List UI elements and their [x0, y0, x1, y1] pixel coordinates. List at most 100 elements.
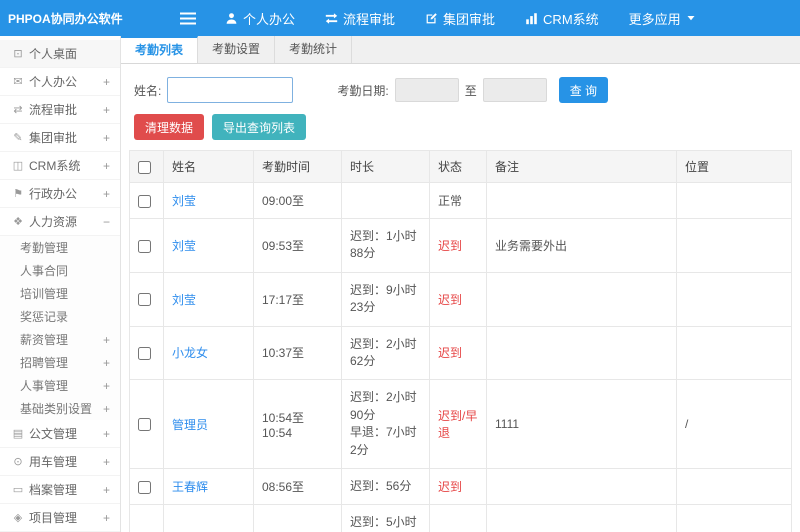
- sidebar-item-reward-punishment[interactable]: 奖惩记录: [0, 305, 120, 328]
- row-checkbox[interactable]: [138, 480, 151, 494]
- sidebar: ⊡ 个人桌面 ✉ 个人办公 + ⇄ 流程审批 + ✎ 集团审批 + ◫ CRM系统 + ⚑ 行政办公 + ❖ 人力资…: [0, 36, 121, 532]
- attendance-row: 刘莹 09:00至 正常: [129, 182, 792, 219]
- sidebar-item-base-category-settings[interactable]: 基础类别设置 +: [0, 397, 120, 420]
- date-to-input[interactable]: [482, 78, 547, 102]
- expand-icon[interactable]: +: [101, 75, 112, 89]
- top-nav-more-apps[interactable]: 更多应用: [614, 0, 711, 36]
- remark-cell: 业务需要外出: [486, 218, 677, 273]
- location-cell: [676, 325, 792, 381]
- sidebar-item-salary-mgmt[interactable]: 薪资管理 +: [0, 328, 120, 351]
- mail-icon: ✉: [13, 76, 23, 88]
- expand-icon[interactable]: +: [101, 333, 112, 347]
- table-body: 刘莹 09:00至 正常 刘莹 09:53至 迟到：1小时88分 迟到 业务需要外出 刘莹 17:…: [129, 182, 792, 532]
- expand-icon[interactable]: +: [101, 511, 112, 525]
- archive-icon: ▭: [12, 484, 24, 496]
- row-checkbox-cell: [129, 325, 164, 381]
- status-cell: 迟到: [429, 467, 487, 506]
- top-nav-group-approval[interactable]: 集团审批: [410, 0, 510, 36]
- menu-toggle-icon[interactable]: [180, 12, 196, 25]
- collapse-icon[interactable]: −: [101, 215, 112, 229]
- select-all-checkbox[interactable]: [138, 160, 151, 174]
- location-cell: [676, 467, 792, 506]
- sidebar-item-project-mgmt[interactable]: ◈ 项目管理 +: [0, 504, 120, 532]
- row-checkbox[interactable]: [138, 293, 151, 307]
- top-nav: 个人办公 流程审批 集团审批 CRM系统 更多应用: [210, 0, 711, 36]
- row-checkbox[interactable]: [138, 418, 151, 432]
- employee-name-link[interactable]: 管理员: [172, 418, 208, 432]
- clean-data-button[interactable]: 清理数据: [134, 114, 205, 140]
- bar-chart-icon: [525, 12, 538, 25]
- expand-icon[interactable]: +: [101, 356, 112, 370]
- employee-name-link[interactable]: 刘莹: [172, 239, 196, 253]
- desktop-icon: ⊡: [13, 48, 23, 60]
- document-icon: ▤: [12, 428, 24, 440]
- status-cell: 迟到/早退: [429, 379, 487, 469]
- sidebar-item-label: 公文管理: [29, 427, 78, 441]
- expand-icon[interactable]: +: [101, 103, 112, 117]
- sidebar-item-personal-office[interactable]: ✉ 个人办公 +: [0, 68, 120, 96]
- top-nav-label: 流程审批: [343, 11, 396, 27]
- topbar: PHPOA协同办公软件 个人办公 流程审批 集团审批 CRM系统 更多应用: [0, 0, 800, 36]
- sidebar-item-label: 基础类别设置: [20, 402, 93, 416]
- sidebar-item-crm-system[interactable]: ◫ CRM系统 +: [0, 152, 120, 180]
- sidebar-item-vehicle-mgmt[interactable]: ⊙ 用车管理 +: [0, 448, 120, 476]
- sidebar-item-attendance-mgmt[interactable]: 考勤管理: [0, 236, 120, 259]
- attendance-row: 小龙女 10:37至 迟到：2小时62分 迟到: [129, 325, 792, 381]
- export-list-button[interactable]: 导出查询列表: [212, 114, 307, 140]
- sidebar-item-group-approval[interactable]: ✎ 集团审批 +: [0, 124, 120, 152]
- expand-icon[interactable]: +: [101, 455, 112, 469]
- employee-name-link[interactable]: 小龙女: [172, 346, 208, 360]
- attendance-row: 王春辉 08:56至 迟到：56分 迟到: [129, 467, 792, 506]
- app-logo: PHPOA协同办公软件: [8, 11, 123, 26]
- sidebar-item-recruitment-mgmt[interactable]: 招聘管理 +: [0, 351, 120, 374]
- top-nav-personal-office[interactable]: 个人办公: [210, 0, 310, 36]
- sidebar-item-label: 招聘管理: [20, 356, 69, 370]
- attendance-row: 管理员 10:54至10:54 迟到：2小时90分 早退：7小时2分 迟到/早退 111…: [129, 379, 792, 469]
- tab-attendance-stats[interactable]: 考勤统计: [275, 36, 353, 63]
- sidebar-item-archive-mgmt[interactable]: ▭ 档案管理 +: [0, 476, 120, 504]
- sidebar-item-label: 人事合同: [20, 264, 69, 278]
- tab-attendance-list[interactable]: 考勤列表: [121, 36, 199, 63]
- row-checkbox[interactable]: [138, 347, 151, 361]
- top-nav-process-approval[interactable]: 流程审批: [310, 0, 410, 36]
- sidebar-item-process-approval[interactable]: ⇄ 流程审批 +: [0, 96, 120, 124]
- expand-icon[interactable]: +: [101, 159, 112, 173]
- date-from-input[interactable]: [394, 78, 459, 102]
- expand-icon[interactable]: +: [101, 483, 112, 497]
- row-checkbox[interactable]: [138, 194, 151, 208]
- remark-cell: [486, 325, 677, 381]
- diamond-icon: ❖: [13, 216, 23, 228]
- employee-name-link[interactable]: 王春辉: [172, 480, 208, 494]
- sidebar-item-personal-desktop[interactable]: ⊡ 个人桌面: [0, 40, 120, 68]
- expand-icon[interactable]: +: [101, 379, 112, 393]
- sidebar-item-personnel-mgmt[interactable]: 人事管理 +: [0, 374, 120, 397]
- flag-icon: ⚑: [13, 188, 23, 200]
- expand-icon[interactable]: +: [101, 131, 112, 145]
- employee-name-link[interactable]: 刘莹: [172, 194, 196, 208]
- name-filter-input[interactable]: [167, 77, 294, 103]
- sidebar-item-admin-office[interactable]: ⚑ 行政办公 +: [0, 180, 120, 208]
- expand-icon[interactable]: +: [101, 427, 112, 441]
- status-cell: 正常: [429, 182, 487, 219]
- sidebar-item-human-resources[interactable]: ❖ 人力资源 −: [0, 208, 120, 236]
- name-cell: 管理员: [163, 379, 254, 469]
- top-nav-crm-system[interactable]: CRM系统: [510, 0, 614, 36]
- employee-name-link[interactable]: 刘莹: [172, 293, 196, 307]
- sidebar-item-personnel-contract[interactable]: 人事合同: [0, 259, 120, 282]
- sidebar-item-training-mgmt[interactable]: 培训管理: [0, 282, 120, 305]
- attendance-row: 刘莹 17:17至 迟到：9小时23分 迟到: [129, 271, 792, 327]
- duration-cell: 迟到：2小时90分 早退：7小时2分: [341, 379, 430, 469]
- sidebar-item-document-mgmt[interactable]: ▤ 公文管理 +: [0, 420, 120, 448]
- sidebar-item-label: 人事管理: [20, 379, 69, 393]
- column-header: 备注: [486, 150, 677, 183]
- top-nav-label: 个人办公: [243, 11, 296, 27]
- row-checkbox[interactable]: [138, 239, 151, 253]
- status-cell: 迟到: [429, 218, 487, 273]
- expand-icon[interactable]: +: [101, 402, 112, 416]
- sidebar-item-label: 行政办公: [29, 187, 78, 201]
- search-button[interactable]: 查 询: [558, 77, 609, 103]
- row-checkbox-cell: [129, 182, 164, 219]
- expand-icon[interactable]: +: [101, 187, 112, 201]
- attendance-time-cell: 17:17至: [253, 271, 342, 327]
- tab-attendance-settings[interactable]: 考勤设置: [198, 36, 276, 63]
